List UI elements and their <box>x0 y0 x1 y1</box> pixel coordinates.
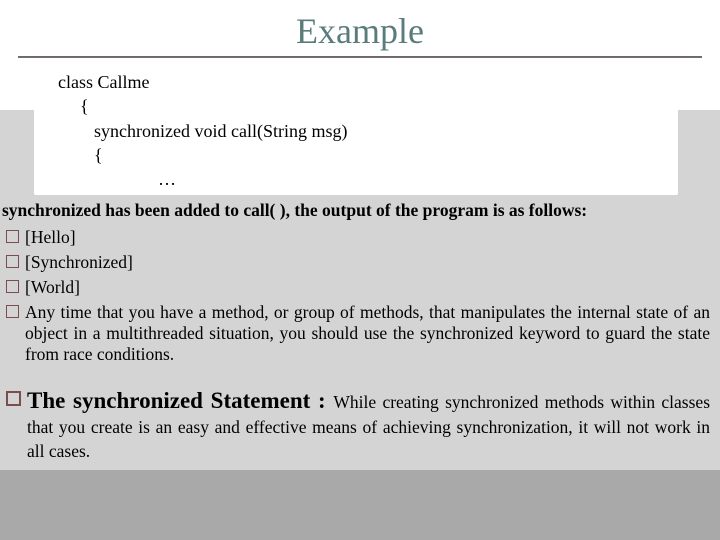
statement-section: The synchronized Statement : While creat… <box>2 385 710 463</box>
code-line: … <box>58 167 654 191</box>
square-bullet-icon <box>6 391 21 406</box>
list-item-text: [Synchronized] <box>25 252 710 273</box>
list-item: [Hello] <box>2 227 710 248</box>
square-bullet-icon <box>6 255 19 268</box>
square-bullet-icon <box>6 230 19 243</box>
background-dark-band <box>0 470 720 540</box>
code-line: synchronized void call(String msg) <box>58 119 654 143</box>
list-item: [Synchronized] <box>2 252 710 273</box>
square-bullet-icon <box>6 280 19 293</box>
list-item: Any time that you have a method, or grou… <box>2 302 710 365</box>
code-line: class Callme <box>58 70 654 94</box>
square-bullet-icon <box>6 305 19 318</box>
slide-title: Example <box>0 10 720 52</box>
statement-text: The synchronized Statement : While creat… <box>27 385 710 463</box>
list-item-text: [World] <box>25 277 710 298</box>
list-item-text: Any time that you have a method, or grou… <box>25 302 710 365</box>
statement-heading: The synchronized Statement : <box>27 388 333 413</box>
code-line: { <box>58 94 654 118</box>
list-item-text: [Hello] <box>25 227 710 248</box>
slide-body: synchronized has been added to call( ), … <box>0 200 716 463</box>
code-example-box: class Callme { synchronized void call(St… <box>34 64 678 195</box>
code-line: { <box>58 143 654 167</box>
list-item: [World] <box>2 277 710 298</box>
title-divider <box>18 56 702 58</box>
intro-text: synchronized has been added to call( ), … <box>2 200 710 221</box>
